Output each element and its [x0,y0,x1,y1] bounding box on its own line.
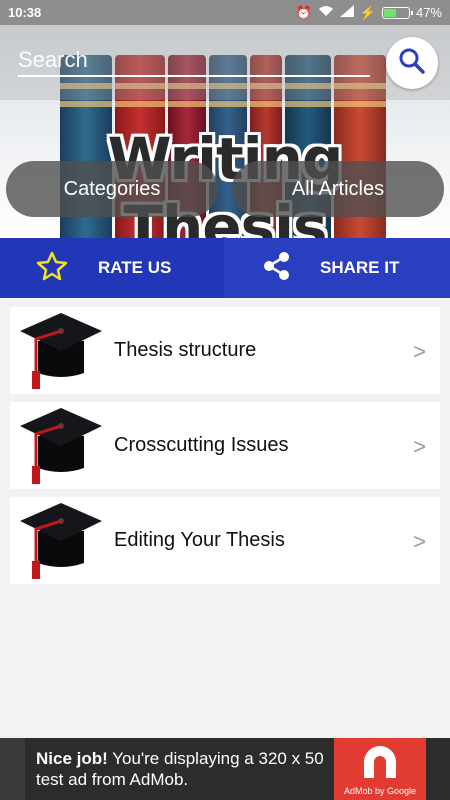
star-icon [36,251,68,286]
charging-icon: ⚡ [359,4,376,20]
rate-us-button[interactable]: RATE US [0,238,224,298]
header-banner: Writing Thesis Categories All Articles [0,25,450,238]
battery-icon [381,6,413,19]
search-input[interactable] [18,45,370,77]
clock: 10:38 [8,5,42,20]
graduation-cap-icon [16,307,106,394]
ad-text: Nice job! You're displaying a 320 x 50 t… [36,748,336,790]
wifi-icon [318,5,334,20]
chevron-right-icon: > [413,529,426,554]
action-row: RATE US SHARE IT [0,238,450,298]
article-title: Crosscutting Issues [114,434,289,456]
admob-by-google: AdMob by Google [343,786,417,796]
graduation-cap-icon [16,497,106,584]
article-title: Thesis structure [114,339,257,361]
search-bar [0,25,450,100]
list-item[interactable]: Editing Your Thesis > [10,497,440,584]
alarm-icon: ⏰ [295,4,312,20]
chevron-right-icon: > [413,434,426,459]
ad-headline: Nice job! [36,749,108,768]
share-it-label: SHARE IT [320,258,400,277]
tab-all-articles[interactable]: All Articles [232,161,444,217]
search-icon [398,47,426,80]
battery-percentage: 47% [415,5,442,20]
article-title: Editing Your Thesis [114,529,285,551]
article-list: Thesis structure > Crosscutting Issues > [10,307,440,592]
ad-banner[interactable]: Nice job! You're displaying a 320 x 50 t… [0,738,450,800]
share-icon [262,251,292,286]
list-item[interactable]: Crosscutting Issues > [10,402,440,489]
graduation-cap-icon [16,402,106,489]
share-it-button[interactable]: SHARE IT [224,238,450,298]
rate-us-label: RATE US [98,258,172,277]
tab-categories[interactable]: Categories [6,161,218,217]
chevron-right-icon: > [413,339,426,364]
list-item[interactable]: Thesis structure > [10,307,440,394]
search-button[interactable] [386,37,438,89]
status-bar: 10:38 ⏰ ⚡ 47% [0,0,450,25]
signal-icon [339,5,354,20]
